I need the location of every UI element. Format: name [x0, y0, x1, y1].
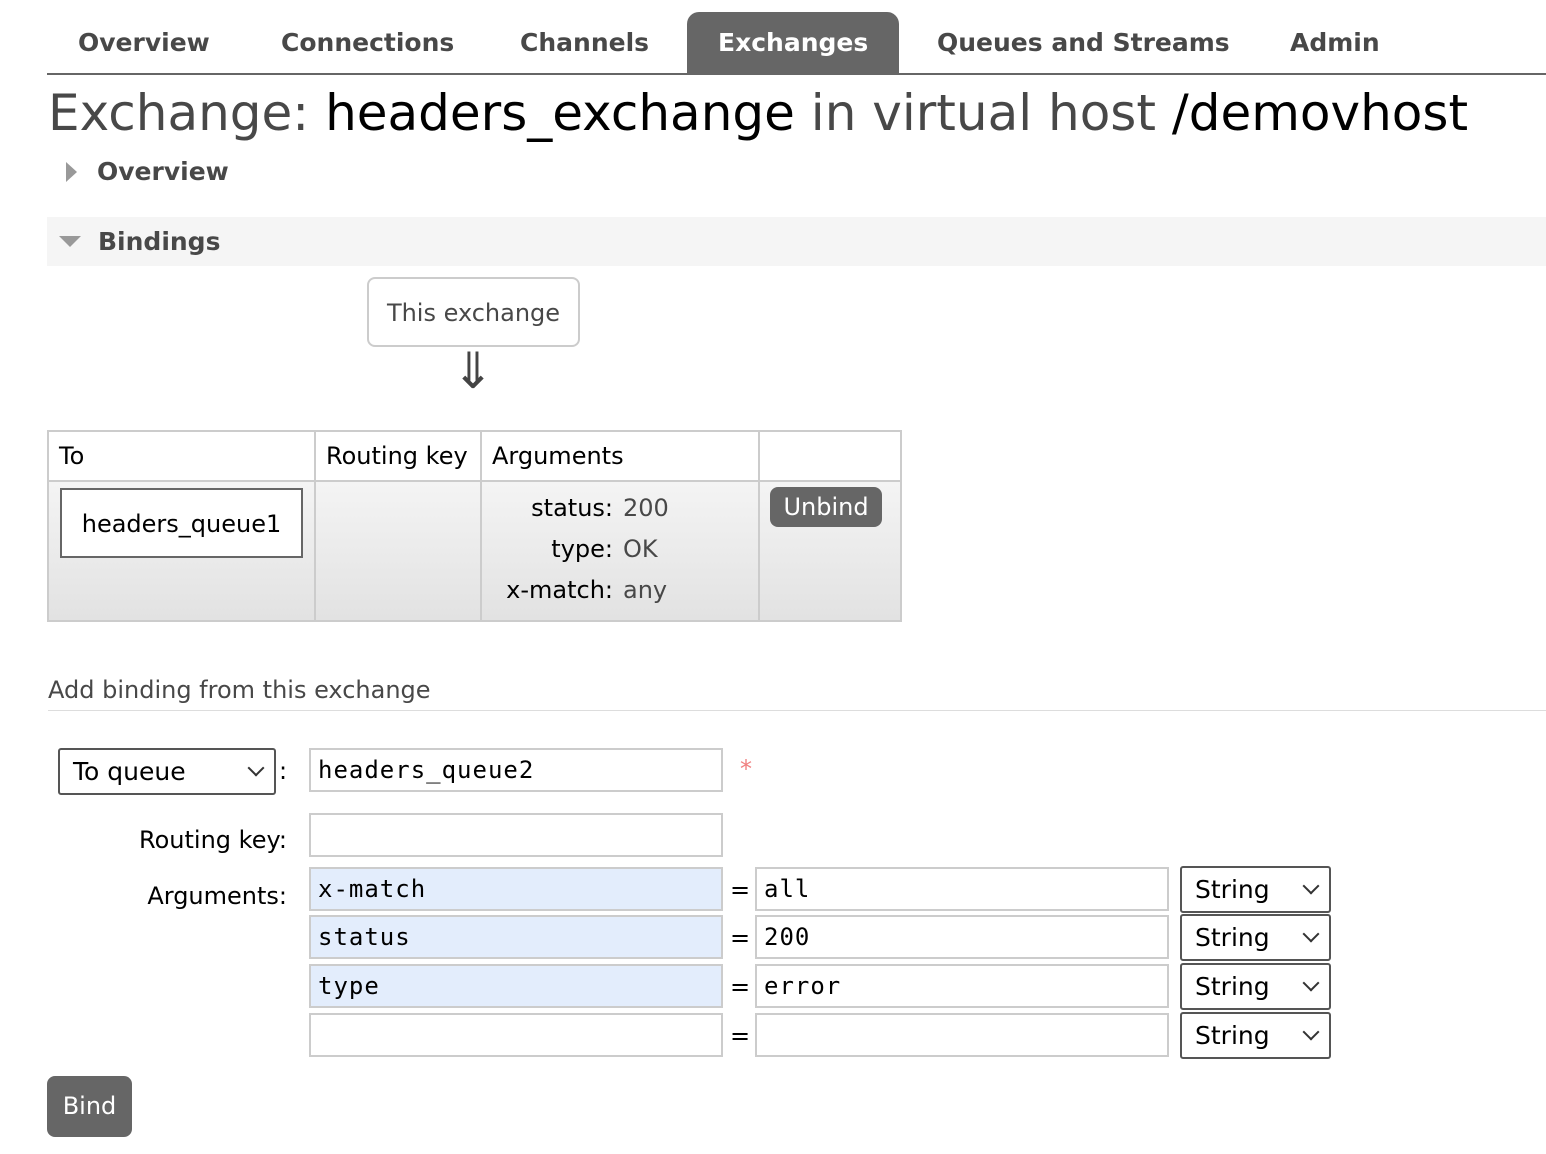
page-title: Exchange: headers_exchange in virtual ho…: [48, 84, 1468, 142]
equals-sign: =: [730, 1022, 751, 1050]
tab-exchanges[interactable]: Exchanges: [687, 12, 900, 73]
table-row: headers_queue1 status: 200 type: OK x-matc…: [47, 480, 902, 622]
chevron-down-icon: [1302, 925, 1320, 943]
arg-key: status:: [531, 494, 613, 522]
argument-type-value: String: [1195, 1021, 1270, 1050]
title-prefix: Exchange:: [48, 84, 310, 142]
argument-value-input[interactable]: [755, 1013, 1169, 1057]
add-binding-heading: Add binding from this exchange: [48, 676, 1546, 711]
tab-channels[interactable]: Channels: [489, 12, 680, 73]
argument-value-input[interactable]: error: [755, 964, 1169, 1008]
required-marker: *: [740, 755, 752, 783]
arg-key: x-match:: [506, 576, 613, 604]
argument-key-input[interactable]: x-match: [309, 867, 723, 911]
routing-key-cell: [314, 480, 482, 622]
argument-type-value: String: [1195, 875, 1270, 904]
argument-value-input[interactable]: all: [755, 867, 1169, 911]
argument-type-select[interactable]: String: [1180, 1012, 1331, 1059]
overview-section-label: Overview: [97, 157, 229, 186]
tab-admin[interactable]: Admin: [1259, 12, 1411, 73]
col-arguments: Arguments: [480, 430, 760, 482]
tab-queues-and-streams[interactable]: Queues and Streams: [906, 12, 1261, 73]
tab-overview[interactable]: Overview: [47, 12, 241, 73]
chevron-down-icon: [1302, 974, 1320, 992]
vhost-name: /demovhost: [1171, 84, 1469, 142]
arg-value: OK: [623, 535, 658, 563]
bind-button[interactable]: Bind: [47, 1076, 132, 1137]
arg-value: any: [623, 576, 668, 604]
routing-key-input[interactable]: [309, 813, 723, 857]
equals-sign: =: [730, 973, 751, 1001]
exchange-name: headers_exchange: [325, 84, 795, 142]
this-exchange-box: This exchange: [367, 277, 580, 347]
argument-type-select[interactable]: String: [1180, 914, 1331, 961]
col-to: To: [47, 430, 316, 482]
argument-type-value: String: [1195, 923, 1270, 952]
equals-sign: =: [730, 876, 751, 904]
equals-sign: =: [730, 924, 751, 952]
bindings-section-toggle[interactable]: Bindings: [47, 217, 1546, 266]
destination-input[interactable]: headers_queue2: [309, 748, 723, 792]
argument-key-input[interactable]: type: [309, 964, 723, 1008]
tab-connections[interactable]: Connections: [250, 12, 485, 73]
routing-key-label: Routing key:: [139, 826, 287, 854]
bindings-section-label: Bindings: [98, 227, 221, 256]
chevron-down-icon: [1302, 1023, 1320, 1041]
destination-type-value: To queue: [73, 757, 186, 786]
title-middle: in virtual host: [810, 84, 1156, 142]
colon: :: [279, 757, 288, 785]
overview-section-toggle[interactable]: Overview: [66, 157, 229, 186]
collapsed-triangle-icon: [66, 161, 77, 182]
argument-type-select[interactable]: String: [1180, 963, 1331, 1010]
bindings-table: To Routing key Arguments headers_queue1 …: [47, 430, 902, 622]
main-nav: Overview Connections Channels Exchanges …: [47, 10, 1546, 75]
chevron-down-icon: [247, 759, 265, 777]
down-arrow-icon: ⇓: [452, 342, 494, 400]
argument-type-value: String: [1195, 972, 1270, 1001]
queue-link[interactable]: headers_queue1: [60, 488, 303, 558]
arg-value: 200: [623, 494, 669, 522]
arguments-label: Arguments:: [147, 882, 287, 910]
argument-type-select[interactable]: String: [1180, 866, 1331, 913]
chevron-down-icon: [1302, 877, 1320, 895]
expanded-triangle-icon: [59, 236, 81, 247]
argument-key-input[interactable]: [309, 1013, 723, 1057]
col-actions: [758, 430, 902, 482]
unbind-button[interactable]: Unbind: [770, 487, 882, 527]
arguments-cell: status: 200 type: OK x-match: any: [480, 480, 760, 622]
col-routing-key: Routing key: [314, 430, 482, 482]
destination-type-select[interactable]: To queue: [58, 748, 276, 795]
argument-value-input[interactable]: 200: [755, 915, 1169, 959]
argument-key-input[interactable]: status: [309, 915, 723, 959]
arg-key: type:: [551, 535, 613, 563]
